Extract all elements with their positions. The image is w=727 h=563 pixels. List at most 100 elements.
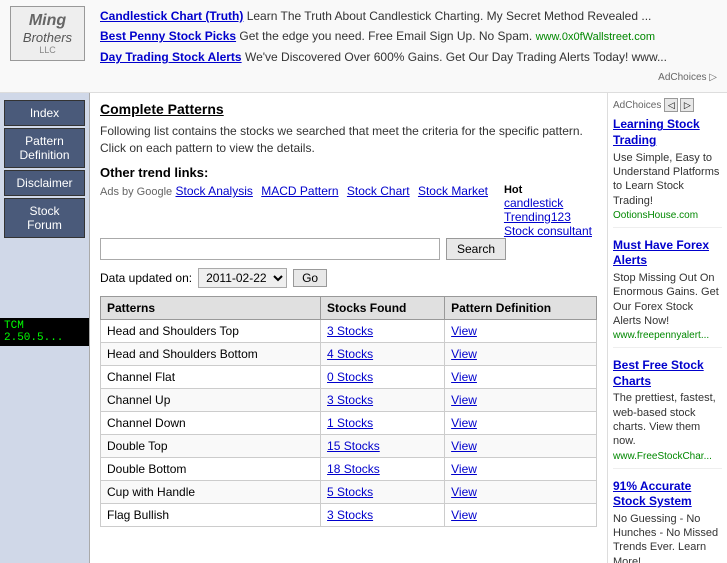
page-title: Complete Patterns	[100, 101, 597, 117]
header-ad-1-title[interactable]: Candlestick Chart (Truth)	[100, 9, 243, 23]
header-ad-3-text: We've Discovered Over 600% Gains. Get Ou…	[245, 50, 667, 64]
sidebar-item-disclaimer[interactable]: Disclaimer	[4, 170, 85, 196]
definition-cell: View	[445, 343, 597, 366]
stocks-link[interactable]: 3 Stocks	[327, 508, 373, 522]
table-row: Channel Flat0 StocksView	[101, 366, 597, 389]
table-row: Double Bottom 18 Stocks View	[101, 458, 597, 481]
table-row: Channel Down1 StocksView	[101, 412, 597, 435]
trend-link-stock-chart[interactable]: Stock Chart	[347, 184, 410, 198]
patterns-tbody: Head and Shoulders Top3 StocksViewHead a…	[101, 320, 597, 527]
stocks-link[interactable]: 5 Stocks	[327, 485, 373, 499]
header-ad-2-url: www.0x0fWallstreet.com	[536, 31, 655, 43]
hot-link-candlestick[interactable]: candlestick	[504, 196, 592, 210]
intro-text: Following list contains the stocks we se…	[100, 123, 597, 157]
right-ad-2-body: The prettiest, fastest, web-based stock …	[613, 391, 722, 448]
right-ad-1-body: Stop Missing Out On Enormous Gains. Get …	[613, 271, 722, 328]
go-button[interactable]: Go	[293, 269, 327, 287]
right-adchoices-label: AdChoices	[613, 100, 661, 111]
logo-brothers: Brothers	[23, 30, 72, 45]
col-patterns: Patterns	[101, 297, 321, 320]
pattern-cell: Channel Up	[101, 389, 321, 412]
search-button[interactable]: Search	[446, 238, 506, 260]
stocks-found-cell: 4 Stocks	[321, 343, 445, 366]
col-stocks-found: Stocks Found	[321, 297, 445, 320]
header-ads-section: Ming Brothers LLC Candlestick Chart (Tru…	[0, 0, 727, 93]
right-adchoices-header: AdChoices ◁ ▷	[613, 98, 722, 112]
ad-nav-next[interactable]: ▷	[680, 98, 694, 112]
patterns-table: Patterns Stocks Found Pattern Definition…	[100, 296, 597, 527]
right-ad-0: Learning Stock TradingUse Simple, Easy t…	[613, 117, 722, 227]
pattern-cell: Cup with Handle	[101, 481, 321, 504]
hot-link-trending123[interactable]: Trending123	[504, 210, 592, 224]
table-row: Cup with Handle 5 Stocks View	[101, 481, 597, 504]
stocks-found-cell: 0 Stocks	[321, 366, 445, 389]
header-ad-2: Best Penny Stock Picks Get the edge you …	[100, 26, 717, 47]
center-content: Complete Patterns Following list contain…	[90, 93, 607, 563]
definition-cell: View	[445, 481, 597, 504]
right-ad-0-title[interactable]: Learning Stock Trading	[613, 117, 722, 148]
right-sidebar: AdChoices ◁ ▷ Learning Stock TradingUse …	[607, 93, 727, 563]
definition-link[interactable]: View	[451, 347, 477, 361]
stocks-link[interactable]: 4 Stocks	[327, 347, 373, 361]
logo[interactable]: Ming Brothers LLC	[10, 6, 85, 61]
header-ad-2-title[interactable]: Best Penny Stock Picks	[100, 29, 236, 43]
definition-link[interactable]: View	[451, 439, 477, 453]
definition-link[interactable]: View	[451, 370, 477, 384]
definition-cell: View	[445, 504, 597, 527]
trend-link-stock-analysis[interactable]: Stock Analysis	[176, 184, 253, 198]
definition-link[interactable]: View	[451, 324, 477, 338]
logo-ming: Ming	[29, 12, 66, 30]
stocks-found-cell: 3 Stocks	[321, 504, 445, 527]
definition-link[interactable]: View	[451, 462, 477, 476]
stocks-link[interactable]: 1 Stocks	[327, 416, 373, 430]
hot-link-stock-consultant[interactable]: Stock consultant	[504, 224, 592, 238]
sidebar: Index Pattern Definition Disclaimer Stoc…	[0, 93, 90, 563]
definition-link[interactable]: View	[451, 416, 477, 430]
right-ads-container: Learning Stock TradingUse Simple, Easy t…	[613, 117, 722, 563]
stocks-link[interactable]: 15 Stocks	[327, 439, 380, 453]
trend-link-stock-market[interactable]: Stock Market	[418, 184, 488, 198]
date-label: Data updated on:	[100, 271, 192, 285]
header-ads-links: Candlestick Chart (Truth) Learn The Trut…	[100, 6, 717, 86]
header-ad-3-title[interactable]: Day Trading Stock Alerts	[100, 50, 242, 64]
sidebar-item-stock-forum[interactable]: Stock Forum	[4, 198, 85, 238]
right-ad-1-title[interactable]: Must Have Forex Alerts	[613, 238, 722, 269]
sidebar-item-pattern-definition[interactable]: Pattern Definition	[4, 128, 85, 168]
stocks-found-cell: 3 Stocks	[321, 320, 445, 343]
pattern-cell: Head and Shoulders Top	[101, 320, 321, 343]
ad-nav-arrows: ◁ ▷	[664, 98, 694, 112]
stocks-link[interactable]: 0 Stocks	[327, 370, 373, 384]
definition-link[interactable]: View	[451, 508, 477, 522]
pattern-cell: Flag Bullish	[101, 504, 321, 527]
right-ad-3: 91% Accurate Stock SystemNo Guessing - N…	[613, 479, 722, 563]
header-ad-2-text: Get the edge you need. Free Email Sign U…	[239, 29, 532, 43]
ad-nav-prev[interactable]: ◁	[664, 98, 678, 112]
col-pattern-definition: Pattern Definition	[445, 297, 597, 320]
right-ad-0-url: OotionsHouse.com	[613, 210, 722, 221]
stocks-found-cell: 5 Stocks	[321, 481, 445, 504]
search-input[interactable]	[100, 238, 440, 260]
right-ad-2-title[interactable]: Best Free Stock Charts	[613, 358, 722, 389]
definition-cell: View	[445, 458, 597, 481]
definition-link[interactable]: View	[451, 485, 477, 499]
sidebar-item-index[interactable]: Index	[4, 100, 85, 126]
definition-link[interactable]: View	[451, 393, 477, 407]
right-ad-3-title[interactable]: 91% Accurate Stock System	[613, 479, 722, 510]
stocks-link[interactable]: 18 Stocks	[327, 462, 380, 476]
hot-links: Hot candlestick Trending123 Stock consul…	[504, 184, 597, 238]
right-ad-2: Best Free Stock ChartsThe prettiest, fas…	[613, 358, 722, 468]
hot-label: Hot	[504, 184, 522, 196]
definition-cell: View	[445, 389, 597, 412]
pattern-cell: Double Bottom	[101, 458, 321, 481]
trend-links-row: Ads by Google Stock Analysis MACD Patter…	[100, 184, 597, 198]
right-ad-2-url: www.FreeStockChar...	[613, 451, 722, 462]
trend-link-macd-pattern[interactable]: MACD Pattern	[261, 184, 338, 198]
header-ad-1-text: Learn The Truth About Candlestick Charti…	[247, 9, 652, 23]
stocks-link[interactable]: 3 Stocks	[327, 324, 373, 338]
definition-cell: View	[445, 320, 597, 343]
right-ad-3-body: No Guessing - No Hunches - No Missed Tre…	[613, 512, 722, 563]
trend-links-label: Other trend links:	[100, 165, 597, 180]
date-select[interactable]: 2011-02-22	[198, 268, 287, 288]
table-row: Head and Shoulders Top 3 Stocks View	[101, 320, 597, 343]
stocks-link[interactable]: 3 Stocks	[327, 393, 373, 407]
